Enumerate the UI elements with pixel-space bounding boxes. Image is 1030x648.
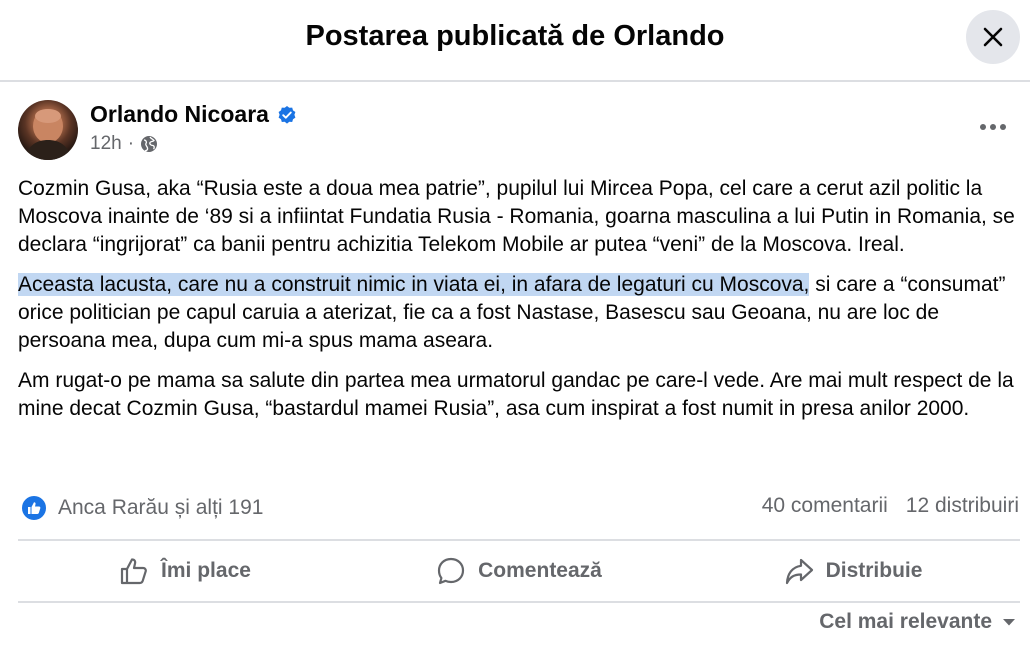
reactions-summary[interactable]: Anca Rarău și alți 191 — [20, 494, 263, 522]
caret-down-icon — [1003, 619, 1015, 626]
like-label: Îmi place — [161, 559, 251, 582]
post-paragraph-1: Cozmin Gusa, aka “Rusia este a doua mea … — [18, 177, 1015, 256]
avatar-photo — [24, 109, 72, 160]
action-bar: Îmi place Comentează Distribuie — [18, 542, 1020, 600]
post-paragraph-2: Aceasta lacusta, care nu a construit nim… — [18, 271, 1018, 355]
verified-badge-icon — [278, 105, 296, 124]
post-time[interactable]: 12h — [90, 133, 122, 155]
share-label: Distribuie — [825, 559, 923, 582]
meta-separator: · — [127, 133, 135, 154]
more-options-button[interactable] — [968, 112, 1018, 142]
author-row: Orlando Nicoara — [90, 101, 297, 128]
like-button[interactable]: Îmi place — [18, 542, 352, 600]
like-reaction-icon — [20, 494, 48, 522]
globe-icon — [141, 136, 158, 152]
shares-count[interactable]: 12 distribuiri — [906, 494, 1019, 518]
post-body: Cozmin Gusa, aka “Rusia este a doua mea … — [18, 175, 1018, 435]
post-paragraph-3: Am rugat-o pe mama sa salute din partea … — [18, 369, 1014, 420]
comments-sort-dropdown[interactable]: Cel mai relevante — [819, 610, 1016, 634]
divider-bottom — [18, 601, 1020, 603]
author-name[interactable]: Orlando Nicoara — [90, 101, 269, 128]
comment-icon — [438, 557, 465, 585]
share-icon — [785, 558, 813, 585]
comment-label: Comentează — [478, 559, 602, 582]
more-options-icon — [980, 124, 1006, 130]
like-reaction-glyph — [28, 502, 41, 514]
dialog-title: Postarea publicată de Orlando — [305, 20, 725, 52]
close-icon — [983, 27, 1003, 47]
dialog-header: Postarea publicată de Orlando — [0, 0, 1030, 82]
reactions-text: Anca Rarău și alți 191 — [58, 496, 264, 519]
close-button[interactable] — [966, 10, 1020, 64]
comments-count[interactable]: 40 comentarii — [762, 494, 888, 518]
sort-label: Cel mai relevante — [819, 610, 992, 633]
thumbs-up-icon — [120, 558, 147, 585]
divider-top — [18, 539, 1020, 541]
comment-button[interactable]: Comentează — [352, 542, 686, 600]
share-button[interactable]: Distribuie — [686, 542, 1020, 600]
avatar[interactable] — [18, 100, 78, 160]
highlighted-text: Aceasta lacusta, care nu a construit nim… — [18, 273, 810, 296]
post-meta: 12h · — [90, 133, 158, 155]
engagement-counts: 40 comentarii 12 distribuiri — [762, 494, 1019, 518]
